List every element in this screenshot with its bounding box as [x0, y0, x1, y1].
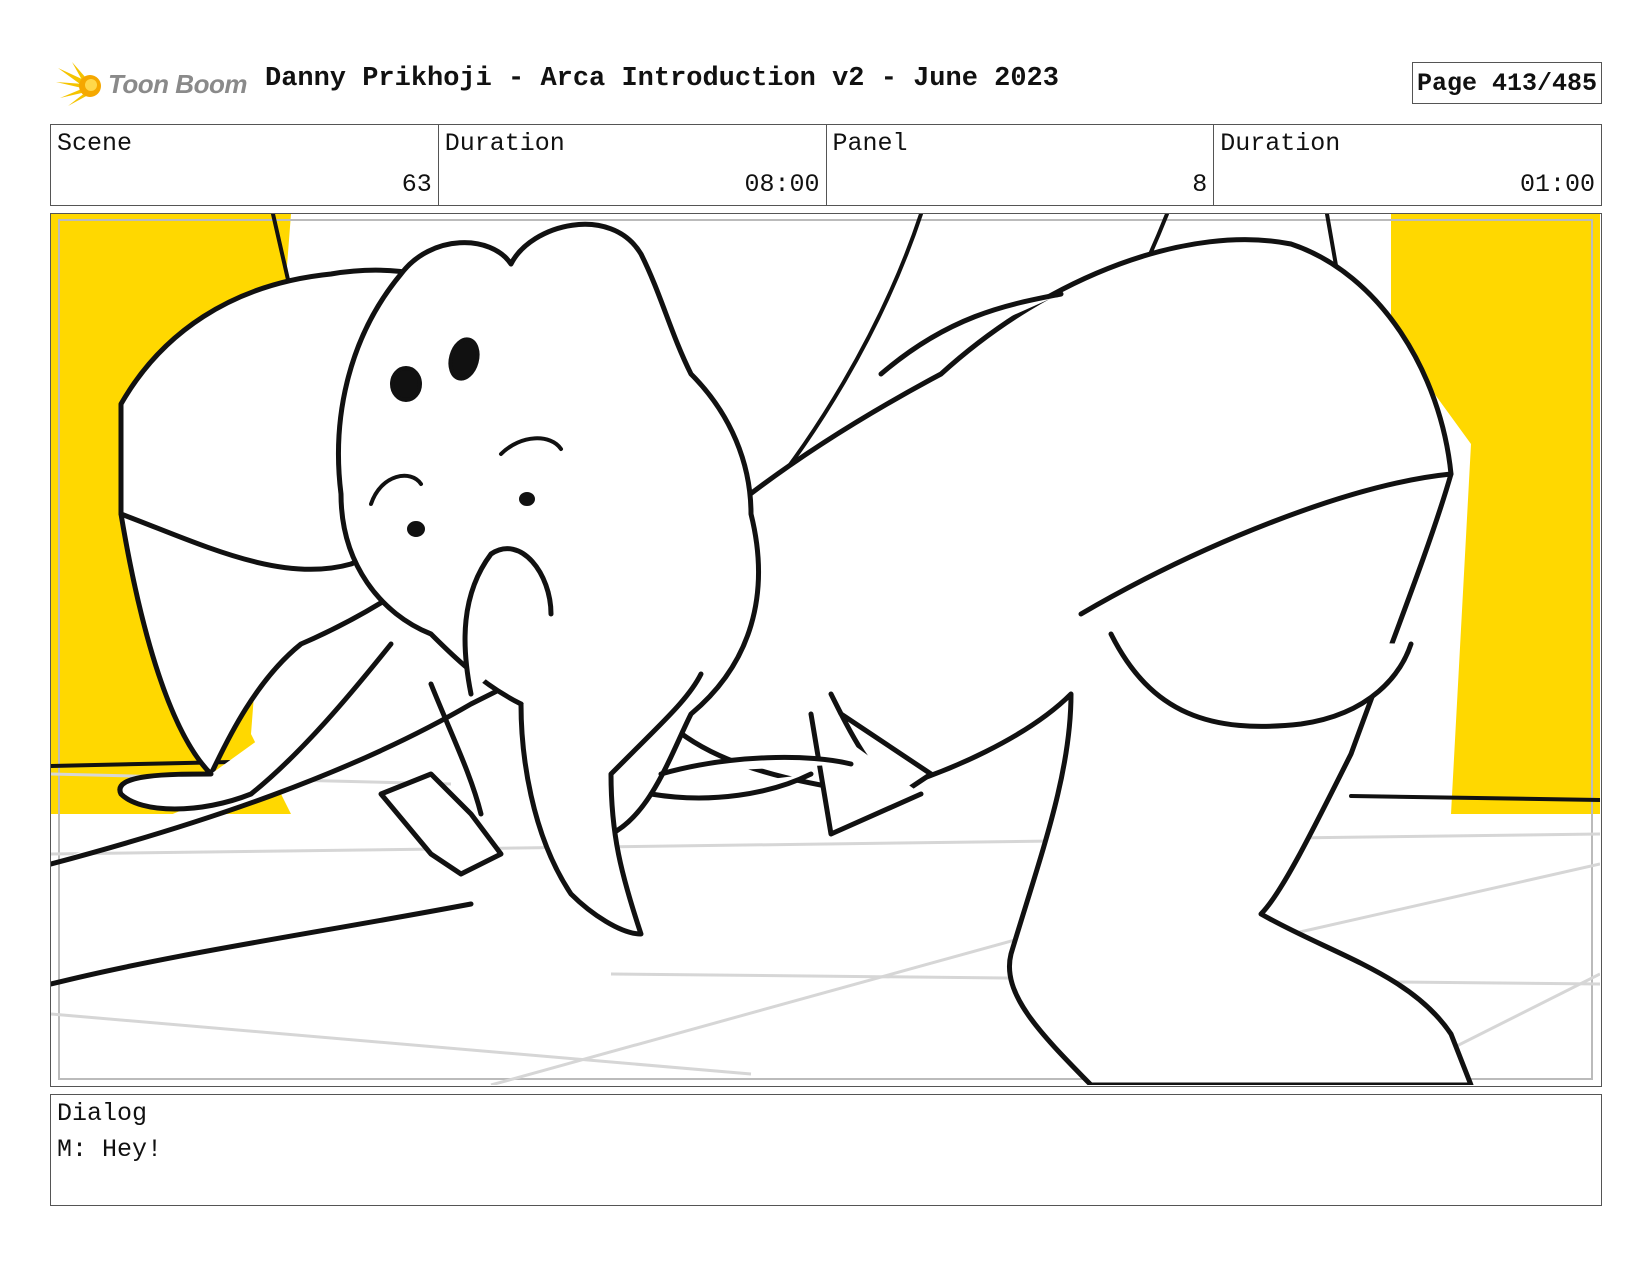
scene-duration-cell: Duration 08:00 [439, 125, 827, 205]
panel-duration-cell: Duration 01:00 [1214, 125, 1601, 205]
storyboard-sketch-image [51, 214, 1600, 1085]
toon-boom-logo: Toon Boom [54, 58, 250, 110]
scene-cell: Scene 63 [51, 125, 439, 205]
panel-duration-value: 01:00 [1519, 170, 1595, 199]
panel-label: Panel [832, 129, 908, 158]
storyboard-info-row: Scene 63 Duration 08:00 Panel 8 Duration… [50, 124, 1602, 206]
toon-boom-logo-icon [56, 62, 101, 106]
scene-duration-value: 08:00 [744, 170, 820, 199]
scene-label: Scene [57, 129, 133, 158]
panel-duration-label: Duration [1220, 129, 1341, 158]
dialog-box: Dialog M: Hey! [50, 1094, 1602, 1206]
scene-duration-label: Duration [444, 129, 565, 158]
storyboard-panel [50, 213, 1602, 1087]
dialog-label: Dialog [57, 1099, 148, 1128]
panel-cell: Panel 8 [827, 125, 1215, 205]
panel-value: 8 [1192, 170, 1208, 199]
logo-text: Toon Boom [108, 68, 247, 99]
dialog-text: M: Hey! [57, 1135, 163, 1164]
document-title: Danny Prikhoji - Arca Introduction v2 - … [265, 64, 1059, 94]
scene-value: 63 [401, 170, 432, 199]
page-number: Page 413/485 [1412, 62, 1602, 104]
